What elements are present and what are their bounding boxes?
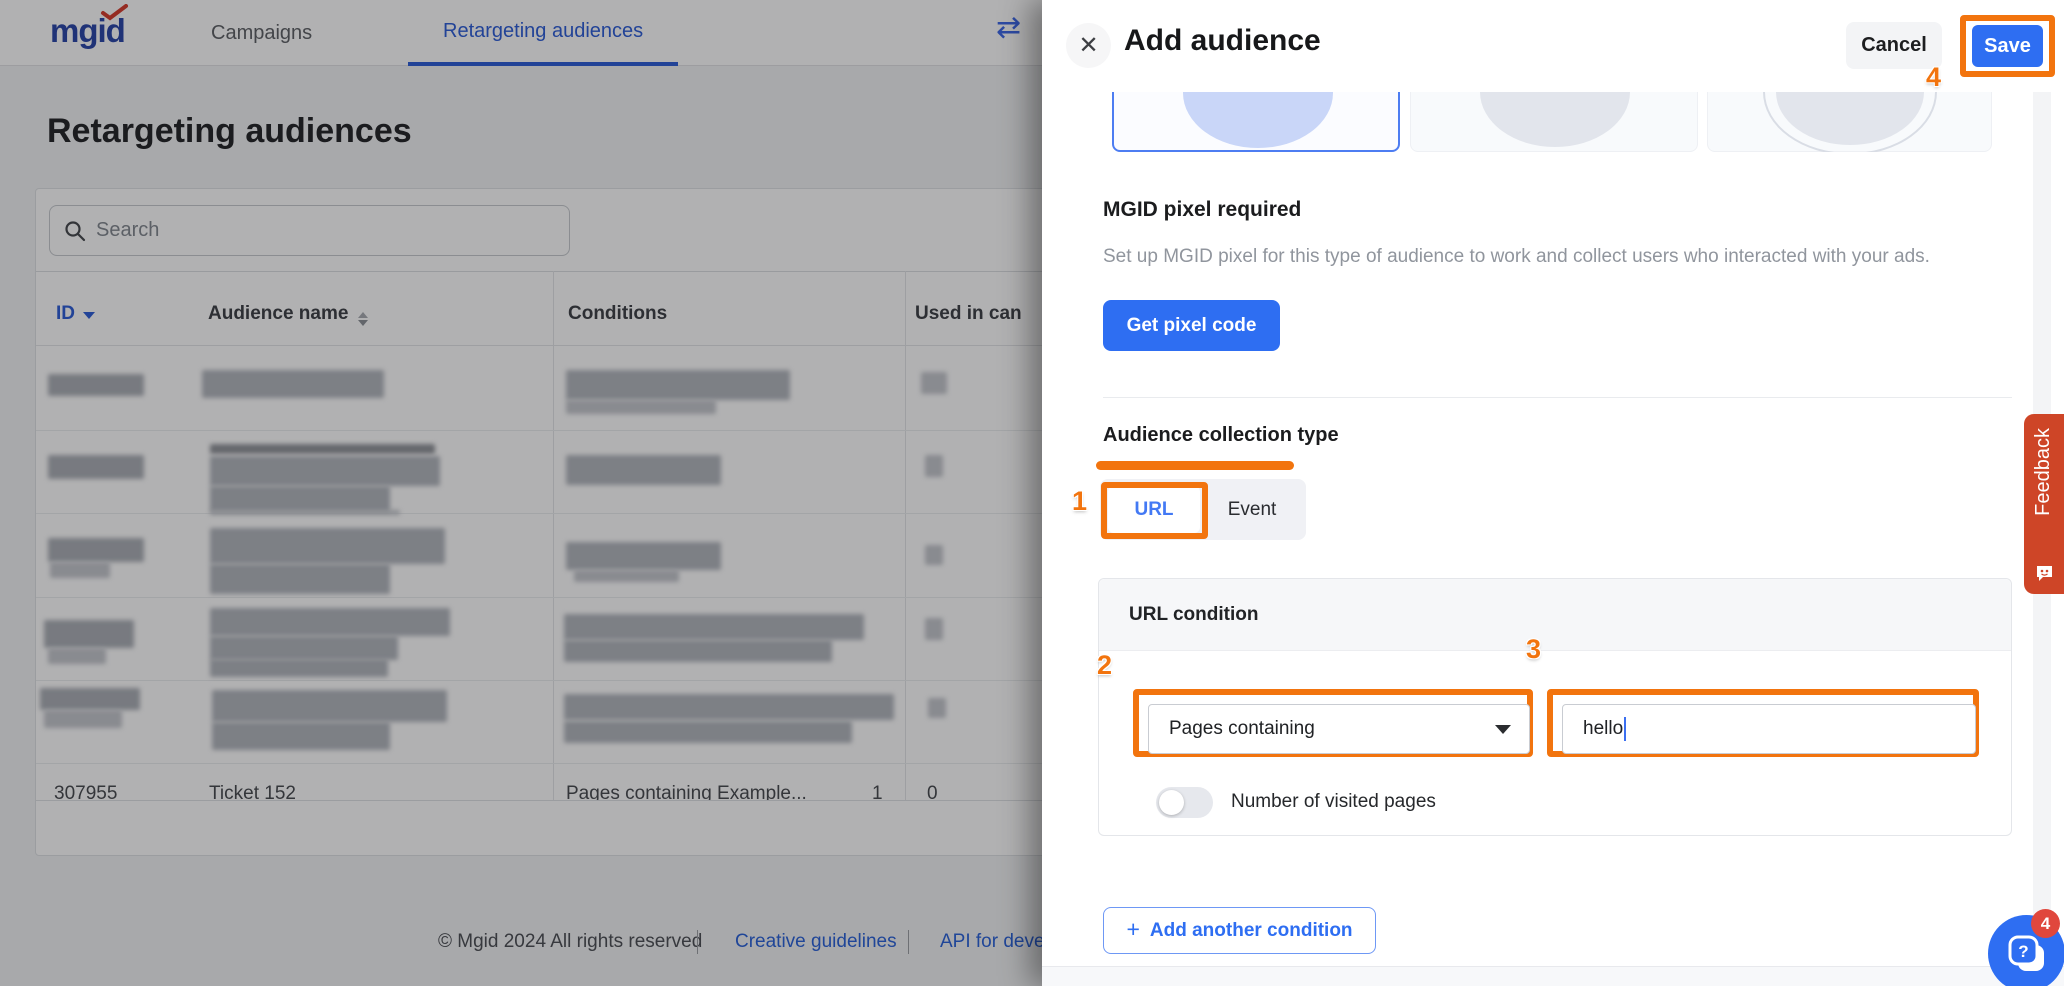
modal-backdrop[interactable] xyxy=(0,0,1042,986)
annotation-step3: 3 xyxy=(1526,634,1541,665)
visited-pages-toggle[interactable] xyxy=(1156,787,1213,818)
audience-type-card[interactable] xyxy=(1410,92,1698,152)
url-condition-card: URL condition Pages containing hello Num… xyxy=(1098,578,2012,836)
chat-notification-badge: 4 xyxy=(2031,909,2060,938)
feedback-bubble-icon xyxy=(2035,565,2054,582)
annotation-underline xyxy=(1096,461,1294,470)
add-another-condition-button[interactable]: + Add another condition xyxy=(1103,907,1376,954)
audience-type-cards xyxy=(1042,92,2042,152)
annotation-box-step3: hello xyxy=(1547,689,1979,757)
annotation-step4: 4 xyxy=(1926,62,1941,93)
url-condition-heading: URL condition xyxy=(1099,579,2011,651)
pixel-required-description: Set up MGID pixel for this type of audie… xyxy=(1103,246,2023,268)
collection-type-heading: Audience collection type xyxy=(1103,424,1339,447)
condition-operator-select[interactable]: Pages containing xyxy=(1148,704,1530,754)
condition-value-input[interactable]: hello xyxy=(1562,704,1976,754)
text-cursor xyxy=(1624,717,1626,741)
plus-icon: + xyxy=(1126,916,1139,943)
section-divider xyxy=(1103,397,2012,398)
annotation-box-step2: Pages containing xyxy=(1133,689,1533,757)
audience-type-card-selected[interactable] xyxy=(1112,92,1400,152)
card-circle-icon xyxy=(1183,92,1333,148)
selected-operator: Pages containing xyxy=(1169,718,1315,740)
toggle-knob xyxy=(1159,790,1184,815)
close-icon[interactable]: ✕ xyxy=(1066,23,1111,68)
drawer-title: Add audience xyxy=(1124,24,1321,58)
tab-url[interactable]: URL xyxy=(1108,486,1200,533)
help-chat-icon: ? xyxy=(2005,932,2049,976)
add-audience-drawer: ✕ Add audience Cancel Save 4 MGID pixel … xyxy=(1042,0,2064,986)
card-circle-icon xyxy=(1480,92,1630,147)
visited-pages-toggle-label: Number of visited pages xyxy=(1231,791,1436,813)
condition-value-text: hello xyxy=(1583,718,1623,740)
save-button[interactable]: Save xyxy=(1972,25,2043,67)
collection-type-switcher: URL Event xyxy=(1100,479,1306,540)
screen: mgid Campaigns Retargeting audiences ⇄ R… xyxy=(0,0,2064,986)
audience-type-card[interactable] xyxy=(1707,92,1992,152)
pixel-required-heading: MGID pixel required xyxy=(1103,198,1301,222)
annotation-step1: 1 xyxy=(1072,486,1087,517)
drawer-header: ✕ Add audience Cancel Save 4 xyxy=(1042,0,2064,92)
get-pixel-code-button[interactable]: Get pixel code xyxy=(1103,300,1280,351)
chevron-down-icon xyxy=(1495,725,1511,734)
tab-event[interactable]: Event xyxy=(1206,486,1298,533)
drawer-footer xyxy=(1042,966,2064,986)
annotation-step2: 2 xyxy=(1097,650,1112,681)
svg-text:?: ? xyxy=(2018,942,2028,961)
feedback-tab[interactable]: Feedback xyxy=(2024,414,2064,594)
feedback-label: Feedback xyxy=(2032,428,2055,516)
